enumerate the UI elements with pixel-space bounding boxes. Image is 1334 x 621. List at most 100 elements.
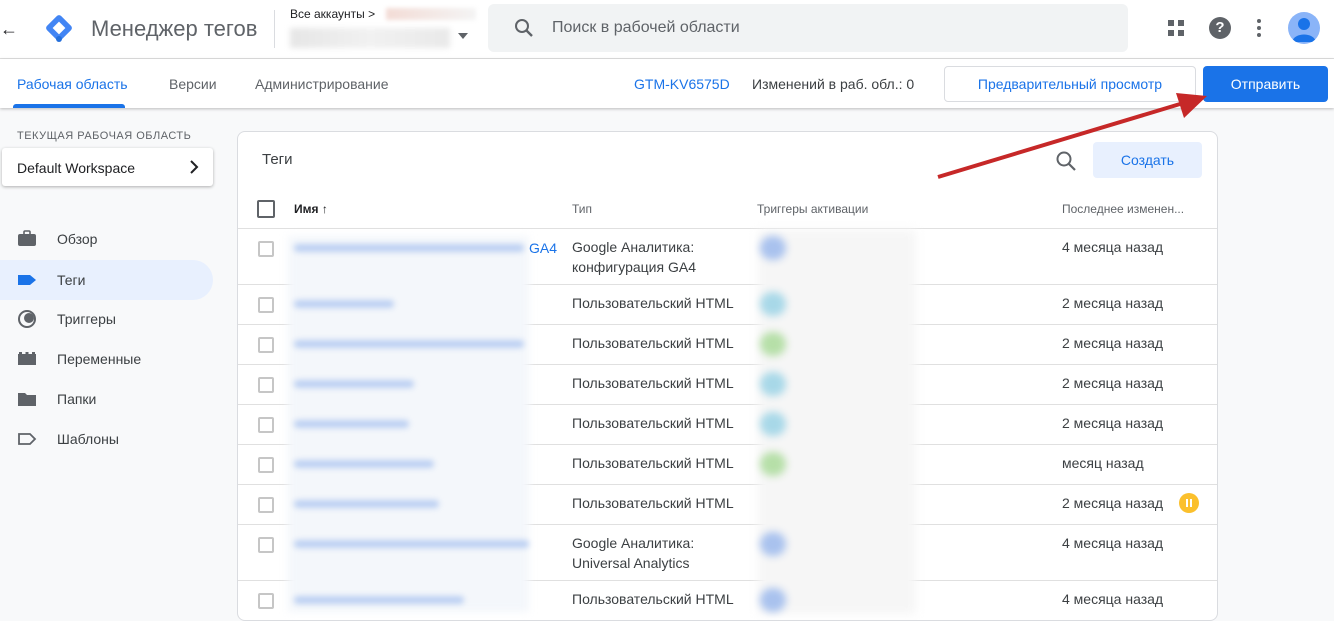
last-modified: 4 месяца назад (1062, 535, 1164, 551)
row-checkbox[interactable] (258, 497, 274, 513)
sidebar-item-tags[interactable]: Теги (0, 260, 213, 300)
last-modified: 2 месяца назад (1062, 295, 1164, 311)
tag-type: Пользовательский HTML (572, 295, 734, 311)
column-header-name-label: Имя (294, 202, 319, 216)
sidebar-item-folders[interactable]: Папки (0, 379, 213, 419)
row-checkbox[interactable] (258, 417, 274, 433)
trigger-chip (760, 372, 786, 396)
tag-type: Пользовательский HTML (572, 495, 734, 511)
workspace-name: Default Workspace (17, 160, 136, 176)
search-icon[interactable] (1055, 150, 1077, 172)
workspace-search[interactable]: Поиск в рабочей области (488, 4, 1128, 52)
sidebar-item-variables[interactable]: Переменные (0, 339, 213, 379)
tag-type: Пользовательский HTML (572, 415, 734, 431)
trigger-chip (760, 452, 786, 476)
template-icon (18, 433, 37, 445)
apps-grid-icon[interactable] (1167, 19, 1185, 37)
column-header-type[interactable]: Тип (572, 202, 592, 216)
tag-icon (18, 275, 36, 285)
paused-status-icon (1179, 493, 1199, 513)
select-all-checkbox[interactable] (257, 200, 275, 218)
sidebar-item-label: Папки (57, 391, 97, 407)
create-tag-button[interactable]: Создать (1093, 142, 1202, 178)
container-id-link[interactable]: GTM-KV6575D (634, 76, 730, 92)
tag-name-link[interactable] (294, 420, 409, 428)
preview-button[interactable]: Предварительный просмотр (944, 66, 1196, 102)
more-vert-icon[interactable] (1254, 18, 1264, 38)
sidebar-item-label: Обзор (57, 231, 98, 247)
container-dropdown-icon[interactable] (458, 33, 468, 39)
column-header-triggers[interactable]: Триггеры активации (757, 202, 868, 216)
trigger-chip (760, 292, 786, 316)
tag-type: Пользовательский HTML (572, 335, 734, 351)
trigger-icon (18, 310, 36, 328)
account-name-redacted (386, 8, 476, 20)
tag-name-link[interactable] (294, 596, 464, 604)
current-workspace-label: ТЕКУЩАЯ РАБОЧАЯ ОБЛАСТЬ (17, 130, 192, 142)
chevron-right-icon (190, 160, 199, 174)
variables-icon (18, 352, 36, 365)
tag-name-link[interactable] (294, 460, 434, 468)
trigger-chip (760, 412, 786, 436)
folder-icon (18, 393, 36, 406)
tag-name-link[interactable] (294, 244, 524, 252)
row-checkbox[interactable] (258, 537, 274, 553)
tag-type: Google Аналитика: Universal Analytics (572, 535, 695, 571)
row-checkbox[interactable] (258, 337, 274, 353)
tag-name-link[interactable] (294, 340, 524, 348)
last-modified: 2 месяца назад (1062, 375, 1164, 391)
column-header-modified[interactable]: Последнее изменен... (1062, 202, 1184, 216)
workspace-selector[interactable]: Default Workspace (2, 148, 213, 186)
last-modified: месяц назад (1062, 455, 1144, 471)
tab-admin[interactable]: Администрирование (255, 76, 389, 92)
trigger-chip (760, 332, 786, 356)
tag-manager-logo (46, 15, 72, 42)
last-modified: 2 месяца назад (1062, 415, 1164, 431)
tab-versions[interactable]: Версии (169, 76, 217, 92)
trigger-chip (760, 588, 786, 612)
row-checkbox[interactable] (258, 593, 274, 609)
card-title: Теги (262, 151, 293, 168)
last-modified: 4 месяца назад (1062, 591, 1164, 607)
tag-type: Пользовательский HTML (572, 375, 734, 391)
help-icon[interactable]: ? (1209, 17, 1231, 39)
last-modified: 2 месяца назад (1062, 335, 1164, 351)
row-checkbox[interactable] (258, 297, 274, 313)
sidebar-item-label: Теги (57, 272, 86, 288)
tag-type: Пользовательский HTML (572, 591, 734, 607)
sidebar-item-templates[interactable]: Шаблоны (0, 419, 213, 459)
column-header-name[interactable]: Имя ↑ (294, 202, 328, 216)
search-placeholder: Поиск в рабочей области (552, 19, 740, 36)
back-arrow-icon[interactable]: ← (0, 17, 18, 41)
tab-workspace[interactable]: Рабочая область (17, 76, 128, 92)
tag-type: Пользовательский HTML (572, 455, 734, 471)
last-modified: 2 месяца назад (1062, 495, 1164, 511)
tag-type: Google Аналитика: конфигурация GA4 (572, 239, 696, 275)
row-checkbox[interactable] (258, 457, 274, 473)
sort-ascending-icon: ↑ (321, 202, 328, 216)
sidebar-item-overview[interactable]: Обзор (0, 219, 213, 259)
tag-name-link[interactable] (294, 380, 414, 388)
last-modified: 4 месяца назад (1062, 239, 1164, 255)
tag-name-link[interactable] (294, 300, 394, 308)
workspace-changes-count: Изменений в раб. обл.: 0 (752, 76, 915, 92)
sidebar-item-label: Шаблоны (57, 431, 119, 447)
search-icon (515, 19, 533, 37)
trigger-chip (760, 532, 786, 556)
submit-button[interactable]: Отправить (1203, 66, 1328, 102)
tag-name-suffix[interactable]: GA4 (529, 238, 557, 258)
row-checkbox[interactable] (258, 377, 274, 393)
workspace-toolbar: Рабочая область Версии Администрирование… (0, 59, 1334, 108)
row-checkbox[interactable] (258, 241, 274, 257)
top-bar: ← Менеджер тегов Все аккаунты > Поиск в … (0, 0, 1334, 59)
tag-name-link[interactable] (294, 540, 529, 548)
active-tab-indicator (13, 104, 125, 108)
sidebar-item-label: Переменные (57, 351, 142, 367)
all-accounts-link[interactable]: Все аккаунты > (290, 7, 375, 21)
app-title: Менеджер тегов (91, 16, 258, 41)
container-selector-redacted[interactable] (290, 28, 450, 48)
briefcase-icon (18, 230, 36, 246)
sidebar-item-triggers[interactable]: Триггеры (0, 299, 213, 339)
tag-name-link[interactable] (294, 500, 439, 508)
account-avatar[interactable] (1288, 12, 1320, 44)
